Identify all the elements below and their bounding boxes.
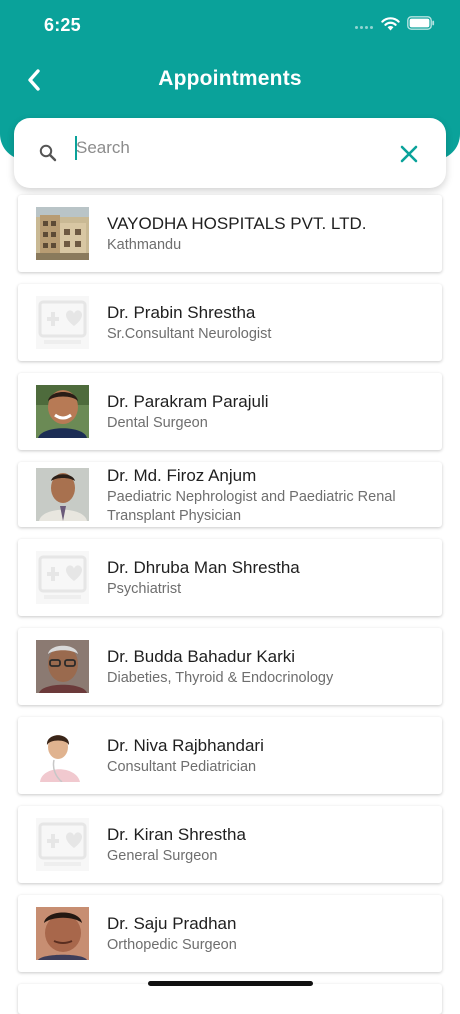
list-item[interactable]: Dr. Niva Rajbhandari Consultant Pediatri…: [18, 717, 442, 794]
cellular-signal-icon: [355, 26, 375, 32]
doctor-name: Dr. Budda Bahadur Karki: [107, 647, 296, 666]
doctor-specialty: Consultant Pediatrician: [107, 759, 257, 775]
doctor-photo: [36, 385, 89, 438]
doctor-name: Dr. Prabin Shrestha: [107, 303, 256, 322]
home-indicator: [148, 981, 313, 986]
search-input[interactable]: [76, 134, 376, 162]
doctor-specialty: Orthopedic Surgeon: [107, 937, 237, 953]
close-icon[interactable]: [398, 143, 420, 165]
doctor-name: Dr. Dhruba Man Shrestha: [107, 558, 300, 577]
doctor-name: Dr. Kiran Shrestha: [107, 825, 246, 844]
doctor-specialty: Diabeties, Thyroid & Endocrinology: [107, 670, 334, 686]
list-item[interactable]: Dr. Dhruba Man Shrestha Psychiatrist: [18, 539, 442, 616]
list-item[interactable]: Dr. Prabin Shrestha Sr.Consultant Neurol…: [18, 284, 442, 361]
list-item[interactable]: Dr. Md. Firoz Anjum Paediatric Nephrolog…: [18, 462, 442, 527]
doctor-name: VAYODHA HOSPITALS PVT. LTD.: [107, 214, 367, 233]
hospital-building-image: [36, 207, 89, 260]
doctor-specialty: Sr.Consultant Neurologist: [107, 326, 272, 342]
search-icon: [39, 144, 57, 162]
doctor-name: Dr. Md. Firoz Anjum: [107, 466, 257, 485]
doctor-photo: [36, 468, 89, 521]
status-bar: 6:25: [0, 0, 460, 50]
doctor-specialty: General Surgeon: [107, 848, 218, 864]
doctor-photo: [36, 729, 89, 782]
list-item[interactable]: Dr. Parakram Parajuli Dental Surgeon: [18, 373, 442, 450]
list-item[interactable]: VAYODHA HOSPITALS PVT. LTD. Kathmandu: [18, 195, 442, 272]
doctor-name: Dr. Saju Pradhan: [107, 914, 237, 933]
placeholder-logo-image: [36, 551, 89, 604]
placeholder-logo-image: [36, 296, 89, 349]
doctor-specialty: Paediatric Nephrologist and Paediatric R…: [107, 489, 396, 524]
placeholder-logo-image: [36, 818, 89, 871]
doctor-name: Dr. Parakram Parajuli: [107, 392, 269, 411]
battery-icon: [407, 16, 435, 30]
doctor-specialty: Dental Surgeon: [107, 415, 208, 431]
doctor-photo: [36, 640, 89, 693]
list-item[interactable]: Dr. Saju Pradhan Orthopedic Surgeon: [18, 895, 442, 972]
page-title: Appointments: [158, 67, 302, 90]
doctor-name: Dr. Niva Rajbhandari: [107, 736, 264, 755]
status-time: 6:25: [44, 15, 81, 35]
list-item[interactable]: Dr. Budda Bahadur Karki Diabeties, Thyro…: [18, 628, 442, 705]
list-item[interactable]: [18, 984, 442, 1014]
wifi-icon: [381, 17, 400, 31]
doctor-photo: [36, 907, 89, 960]
doctor-specialty: Psychiatrist: [107, 581, 182, 597]
doctor-specialty: Kathmandu: [107, 237, 182, 253]
search-bar: [14, 118, 446, 188]
list-item[interactable]: Dr. Kiran Shrestha General Surgeon: [18, 806, 442, 883]
